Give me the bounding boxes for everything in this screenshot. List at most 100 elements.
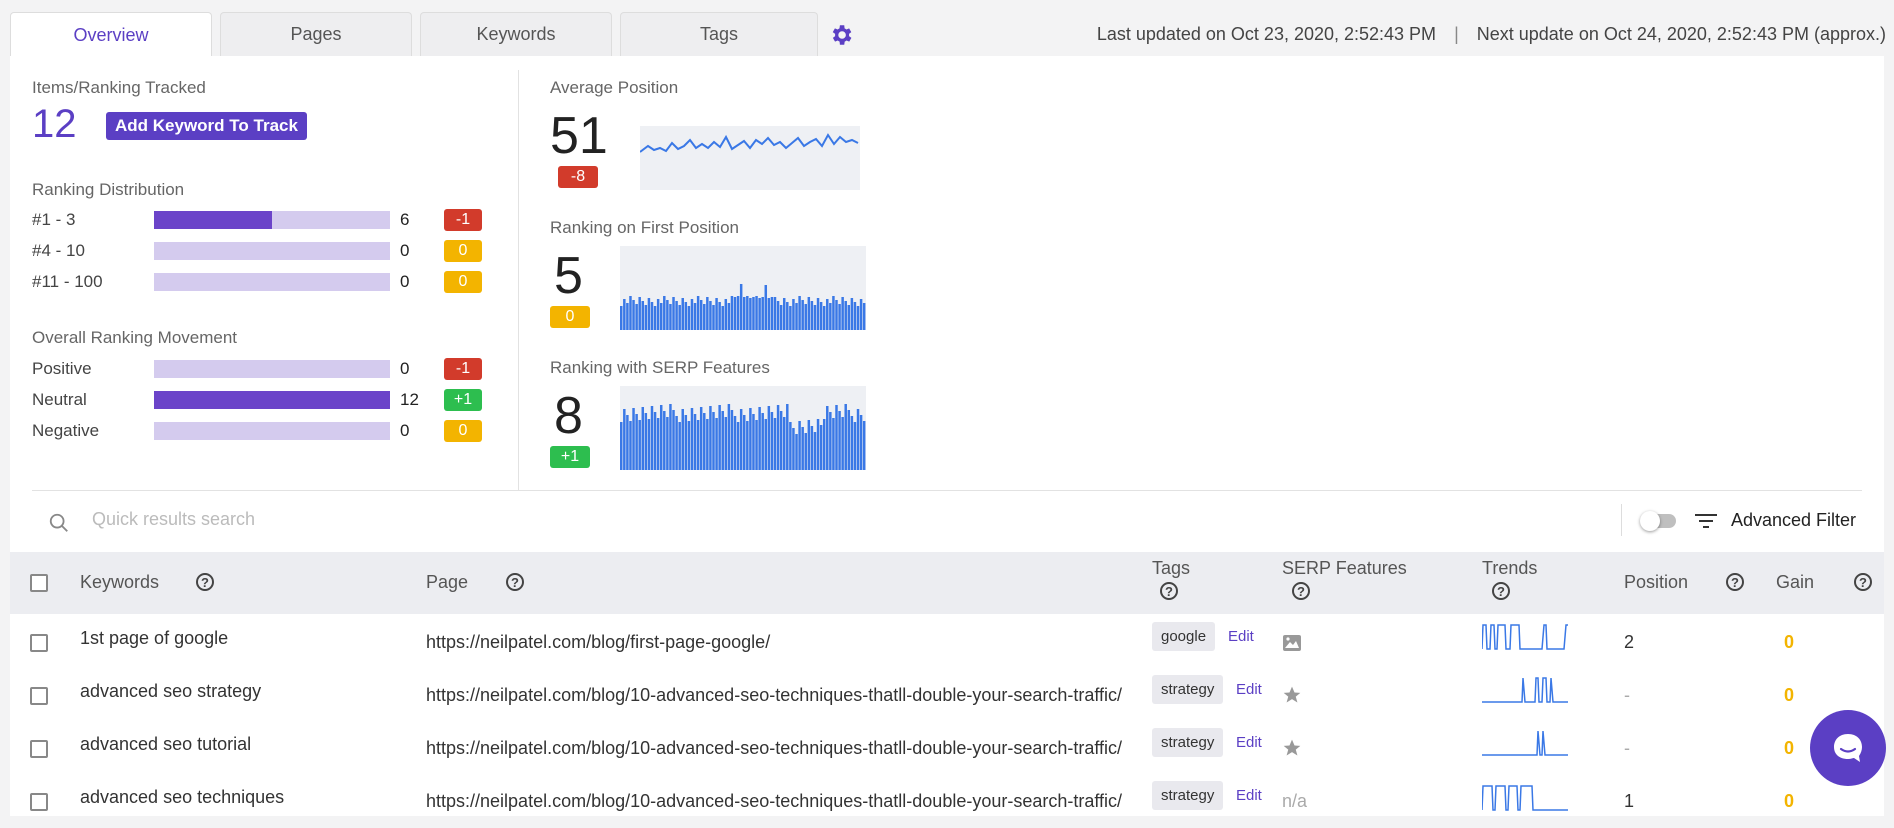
spark-bar bbox=[706, 419, 709, 470]
tab-pages[interactable]: Pages bbox=[220, 12, 412, 56]
spark-bar bbox=[841, 417, 844, 470]
table-row: 1st page of google https://neilpatel.com… bbox=[10, 616, 1884, 669]
metric-value: 8 bbox=[554, 387, 583, 445]
spark-bar bbox=[838, 304, 841, 330]
help-icon[interactable]: ? bbox=[1292, 582, 1310, 600]
chat-launcher-button[interactable] bbox=[1810, 710, 1886, 786]
row-checkbox[interactable] bbox=[30, 740, 48, 758]
spark-bar bbox=[746, 421, 749, 470]
movement-bar bbox=[154, 391, 390, 409]
spark-bar bbox=[669, 304, 672, 330]
edit-tags-link[interactable]: Edit bbox=[1236, 681, 1262, 698]
advanced-filter-button[interactable]: Advanced Filter bbox=[1694, 510, 1856, 531]
movement-row: Neutral 12 +1 bbox=[32, 388, 492, 412]
edit-tags-link[interactable]: Edit bbox=[1236, 787, 1262, 804]
spark-bar bbox=[782, 298, 786, 330]
row-count: 12 bbox=[400, 390, 419, 409]
spark-bar bbox=[721, 306, 724, 330]
spark-bar bbox=[733, 297, 737, 330]
spark-bar bbox=[626, 303, 629, 330]
help-icon[interactable]: ? bbox=[1160, 582, 1178, 600]
add-keyword-button[interactable]: Add Keyword To Track bbox=[106, 112, 307, 140]
gear-icon[interactable] bbox=[828, 22, 854, 48]
position-cell: 2 bbox=[1624, 632, 1635, 652]
toggle-knob bbox=[1640, 511, 1660, 531]
page-url-cell[interactable]: https://neilpatel.com/blog/10-advanced-s… bbox=[426, 738, 1122, 759]
next-update-text: Next update on Oct 24, 2020, 2:52:43 PM … bbox=[1476, 24, 1886, 44]
col-keywords[interactable]: Keywords bbox=[80, 572, 159, 593]
tab-bar: Overview Pages Keywords Tags Last update… bbox=[10, 12, 1886, 58]
spark-bar bbox=[804, 433, 807, 470]
help-icon[interactable]: ? bbox=[1492, 582, 1510, 600]
spark-bar bbox=[789, 422, 792, 470]
update-separator: | bbox=[1454, 24, 1459, 44]
spark-bar bbox=[641, 301, 645, 330]
spark-bar bbox=[690, 299, 694, 330]
col-gain[interactable]: Gain bbox=[1776, 572, 1814, 593]
spark-bar bbox=[718, 405, 721, 470]
page-url-cell[interactable]: https://neilpatel.com/blog/10-advanced-s… bbox=[426, 791, 1122, 812]
bar-fill bbox=[154, 391, 390, 409]
tab-tags[interactable]: Tags bbox=[620, 12, 818, 56]
keyword-cell[interactable]: advanced seo tutorial bbox=[80, 734, 251, 755]
spark-bar bbox=[850, 416, 854, 470]
row-count: 0 bbox=[400, 272, 410, 291]
edit-tags-link[interactable]: Edit bbox=[1228, 628, 1254, 645]
search-input[interactable] bbox=[90, 508, 894, 531]
help-icon[interactable]: ? bbox=[196, 573, 214, 591]
spark-bar bbox=[696, 296, 700, 330]
help-icon[interactable]: ? bbox=[1854, 573, 1872, 591]
spark-bar bbox=[620, 422, 623, 470]
table-header: Keywords ? Page ? Tags ? SERP Features ?… bbox=[10, 552, 1884, 614]
trend-sparkline bbox=[1482, 677, 1568, 703]
col-position[interactable]: Position bbox=[1624, 572, 1688, 593]
toggle-switch[interactable] bbox=[1640, 511, 1676, 531]
col-page[interactable]: Page bbox=[426, 572, 468, 593]
keyword-cell[interactable]: 1st page of google bbox=[80, 628, 228, 649]
spark-bar bbox=[703, 413, 706, 470]
select-all-checkbox[interactable] bbox=[30, 574, 48, 592]
spark-bar bbox=[638, 297, 641, 330]
spark-bar bbox=[672, 410, 675, 470]
col-serp-features[interactable]: SERP Features bbox=[1282, 558, 1407, 579]
spark-bar bbox=[853, 302, 857, 330]
row-checkbox[interactable] bbox=[30, 634, 48, 652]
spark-bar bbox=[684, 302, 688, 330]
spark-bar bbox=[813, 432, 817, 470]
spark-bar bbox=[761, 297, 764, 330]
tag-badge[interactable]: google bbox=[1152, 622, 1216, 651]
tab-overview[interactable]: Overview bbox=[10, 12, 212, 58]
row-checkbox[interactable] bbox=[30, 793, 48, 811]
metric-value: 5 bbox=[554, 247, 583, 305]
spark-bar bbox=[663, 411, 666, 470]
row-name: Positive bbox=[32, 359, 92, 378]
tag-badge[interactable]: strategy bbox=[1152, 675, 1224, 704]
spark-bar bbox=[847, 410, 851, 470]
col-trends[interactable]: Trends bbox=[1482, 558, 1537, 579]
keyword-cell[interactable]: advanced seo techniques bbox=[80, 787, 284, 808]
spark-bar bbox=[832, 296, 835, 330]
spark-bar bbox=[743, 297, 746, 330]
help-icon[interactable]: ? bbox=[1726, 573, 1744, 591]
tag-badge[interactable]: strategy bbox=[1152, 781, 1224, 810]
col-tags[interactable]: Tags bbox=[1152, 558, 1190, 579]
row-count: 0 bbox=[400, 359, 410, 378]
keyword-cell[interactable]: advanced seo strategy bbox=[80, 681, 261, 702]
spark-bar bbox=[635, 414, 638, 470]
advanced-filter-label: Advanced Filter bbox=[1730, 510, 1856, 530]
edit-tags-link[interactable]: Edit bbox=[1236, 734, 1262, 751]
table-row: advanced seo techniques https://neilpate… bbox=[10, 775, 1884, 828]
row-checkbox[interactable] bbox=[30, 687, 48, 705]
page-url-cell[interactable]: https://neilpatel.com/blog/first-page-go… bbox=[426, 632, 770, 653]
star-icon bbox=[1283, 739, 1301, 756]
help-icon[interactable]: ? bbox=[506, 573, 524, 591]
tab-keywords[interactable]: Keywords bbox=[420, 12, 612, 56]
spark-bar bbox=[739, 409, 743, 470]
page-url-cell[interactable]: https://neilpatel.com/blog/10-advanced-s… bbox=[426, 685, 1122, 706]
spark-bar bbox=[838, 411, 841, 470]
movement-bar bbox=[154, 422, 390, 440]
metric-value: 51 bbox=[550, 107, 608, 165]
tag-badge[interactable]: strategy bbox=[1152, 728, 1224, 757]
spark-bar bbox=[721, 411, 724, 470]
spark-bar bbox=[752, 414, 755, 470]
